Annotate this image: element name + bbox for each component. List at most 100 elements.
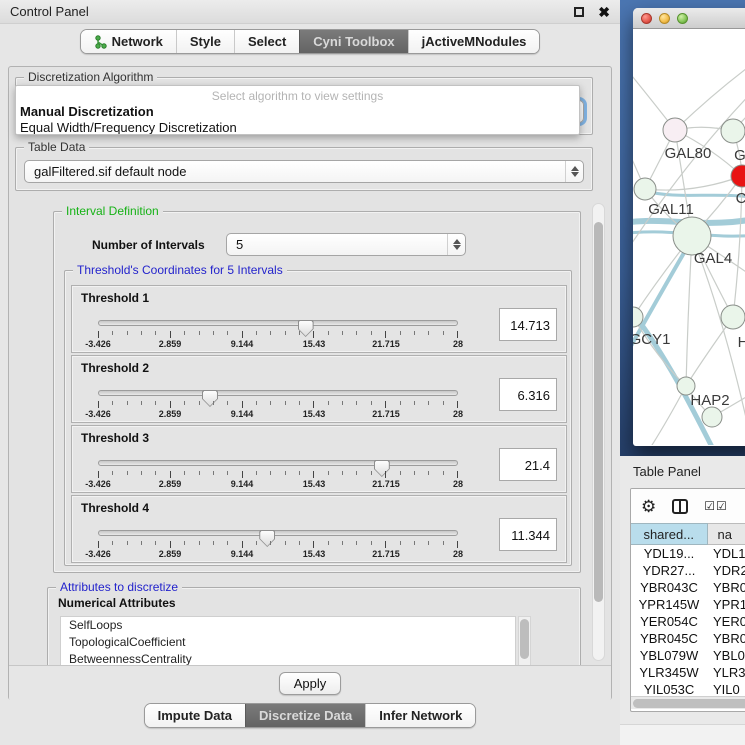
network-node[interactable] bbox=[634, 178, 656, 200]
tick-mark bbox=[428, 331, 429, 335]
tab-infer-network[interactable]: Infer Network bbox=[365, 704, 475, 727]
cell-name[interactable]: YBL0 bbox=[707, 647, 745, 664]
threshold-label: Threshold 1 bbox=[81, 291, 149, 305]
table-row[interactable]: YDR27...YDR2 bbox=[631, 562, 745, 579]
attribute-item[interactable]: BetweennessCentrality bbox=[61, 651, 515, 665]
cell-name[interactable]: YLR3 bbox=[707, 664, 745, 681]
select-columns-icon[interactable]: ☑☑ bbox=[704, 499, 728, 513]
cell-shared-name[interactable]: YER054C bbox=[631, 613, 707, 630]
cell-name[interactable]: YIL0 bbox=[707, 681, 745, 698]
threshold-slider[interactable]: -3.4262.8599.14415.4321.71528 bbox=[98, 386, 458, 420]
cell-shared-name[interactable]: YBR045C bbox=[631, 630, 707, 647]
attribute-item[interactable]: TopologicalCoefficient bbox=[61, 634, 515, 651]
dropdown-item-manual[interactable]: Manual Discretization bbox=[16, 104, 579, 120]
threshold-value-field[interactable]: 21.4 bbox=[499, 448, 557, 481]
number-of-intervals-combobox[interactable]: 5 bbox=[226, 233, 466, 256]
minimize-window-icon[interactable] bbox=[659, 13, 670, 24]
tick-mark bbox=[328, 541, 329, 545]
tab-discretize-data[interactable]: Discretize Data bbox=[245, 704, 365, 727]
table-row[interactable]: YDL19...YDL1 bbox=[631, 545, 745, 562]
cell-name[interactable]: YDL1 bbox=[707, 545, 745, 562]
column-header-name[interactable]: na bbox=[707, 524, 745, 545]
cell-name[interactable]: YER0 bbox=[707, 613, 745, 630]
tab-select[interactable]: Select bbox=[234, 30, 299, 53]
tick-label: 2.859 bbox=[159, 479, 182, 489]
threshold-slider[interactable]: -3.4262.8599.14415.4321.71528 bbox=[98, 456, 458, 490]
tab-jactivemnodules[interactable]: jActiveMNodules bbox=[408, 30, 540, 53]
tick-mark bbox=[242, 541, 243, 548]
cell-shared-name[interactable]: YBL079W bbox=[631, 647, 707, 664]
slider-track[interactable] bbox=[98, 390, 458, 396]
table-data-combobox[interactable]: galFiltered.sif default node bbox=[24, 160, 584, 183]
tab-style[interactable]: Style bbox=[176, 30, 234, 53]
table-row[interactable]: YBR043CYBR0 bbox=[631, 579, 745, 596]
cell-shared-name[interactable]: YPR145W bbox=[631, 596, 707, 613]
tick-mark bbox=[98, 471, 99, 478]
threshold-slider[interactable]: -3.4262.8599.14415.4321.71528 bbox=[98, 526, 458, 560]
numerical-attributes-label: Numerical Attributes bbox=[58, 596, 176, 610]
cell-shared-name[interactable]: YBR043C bbox=[631, 579, 707, 596]
table-horizontal-scrollbar[interactable] bbox=[631, 696, 745, 709]
table-row[interactable]: YBR045CYBR0 bbox=[631, 630, 745, 647]
tab-network[interactable]: Network bbox=[81, 30, 176, 53]
network-node[interactable] bbox=[663, 118, 687, 142]
cell-shared-name[interactable]: YDR27... bbox=[631, 562, 707, 579]
network-view-window[interactable]: GAL80GACGAL11GAL4GCY1HHAP2 bbox=[633, 8, 745, 446]
slider-track[interactable] bbox=[98, 460, 458, 466]
table-row[interactable]: YIL053CYIL0 bbox=[631, 681, 745, 698]
threshold-box-1: Threshold 1 -3.4262.8599.14415.4321.71528… bbox=[71, 285, 567, 353]
node-label: GAL4 bbox=[694, 250, 732, 267]
cell-name[interactable]: YPR1 bbox=[707, 596, 745, 613]
tick-mark bbox=[457, 471, 458, 478]
tab-label: Network bbox=[112, 34, 163, 49]
threshold-value-field[interactable]: 14.713 bbox=[499, 308, 557, 341]
attributes-list-scrollbar[interactable] bbox=[518, 616, 531, 665]
network-node[interactable] bbox=[721, 305, 745, 329]
cell-name[interactable]: YDR2 bbox=[707, 562, 745, 579]
close-window-icon[interactable] bbox=[641, 13, 652, 24]
scrollbar-thumb[interactable] bbox=[594, 222, 603, 602]
columns-icon[interactable] bbox=[672, 499, 688, 514]
network-node[interactable] bbox=[721, 119, 745, 143]
cell-shared-name[interactable]: YIL053C bbox=[631, 681, 707, 698]
attribute-item[interactable]: SelfLoops bbox=[61, 617, 515, 634]
table-row[interactable]: YBL079WYBL0 bbox=[631, 647, 745, 664]
tick-mark bbox=[112, 541, 113, 545]
table-row[interactable]: YER054CYER0 bbox=[631, 613, 745, 630]
threshold-box-4: Threshold 4-3.4262.8599.14415.4321.71528… bbox=[71, 495, 567, 563]
threshold-value-field[interactable]: 6.316 bbox=[499, 378, 557, 411]
zoom-window-icon[interactable] bbox=[677, 13, 688, 24]
tick-mark bbox=[256, 401, 257, 405]
table-row[interactable]: YPR145WYPR1 bbox=[631, 596, 745, 613]
tick-mark bbox=[285, 471, 286, 475]
tab-impute-data[interactable]: Impute Data bbox=[145, 704, 245, 727]
tick-mark bbox=[227, 331, 228, 335]
cell-shared-name[interactable]: YDL19... bbox=[631, 545, 707, 562]
cytoscape-screen: Control Panel ✖ NetworkStyleSelectCyni T… bbox=[0, 0, 745, 745]
cell-name[interactable]: YBR0 bbox=[707, 579, 745, 596]
float-icon[interactable] bbox=[574, 7, 584, 17]
gear-icon[interactable]: ⚙ bbox=[641, 498, 656, 515]
table-toolbar: ⚙ ☑☑ bbox=[631, 489, 745, 523]
column-header-shared-name[interactable]: shared... bbox=[631, 524, 707, 545]
settings-scrollbar[interactable] bbox=[592, 203, 605, 661]
threshold-slider[interactable]: -3.4262.8599.14415.4321.71528 bbox=[98, 316, 458, 350]
close-icon[interactable]: ✖ bbox=[598, 7, 610, 17]
tick-mark bbox=[112, 471, 113, 475]
scrollbar-thumb[interactable] bbox=[633, 699, 745, 708]
slider-track[interactable] bbox=[98, 530, 458, 536]
slider-track[interactable] bbox=[98, 320, 458, 326]
dropdown-item-equal[interactable]: Equal Width/Frequency Discretization bbox=[16, 120, 579, 135]
table-row[interactable]: YLR345WYLR3 bbox=[631, 664, 745, 681]
cell-name[interactable]: YBR0 bbox=[707, 630, 745, 647]
threshold-value-field[interactable]: 11.344 bbox=[499, 518, 557, 551]
network-canvas[interactable]: GAL80GACGAL11GAL4GCY1HHAP2 bbox=[633, 29, 745, 445]
network-node[interactable] bbox=[702, 407, 722, 427]
cell-shared-name[interactable]: YLR345W bbox=[631, 664, 707, 681]
tab-cyni-toolbox[interactable]: Cyni Toolbox bbox=[299, 30, 407, 53]
tick-label: 9.144 bbox=[231, 339, 254, 349]
numerical-attributes-list[interactable]: SelfLoopsTopologicalCoefficientBetweenne… bbox=[60, 616, 516, 665]
table-header-row: shared... na bbox=[631, 524, 745, 545]
scrollbar-thumb[interactable] bbox=[520, 619, 529, 659]
apply-button[interactable]: Apply bbox=[279, 672, 341, 695]
